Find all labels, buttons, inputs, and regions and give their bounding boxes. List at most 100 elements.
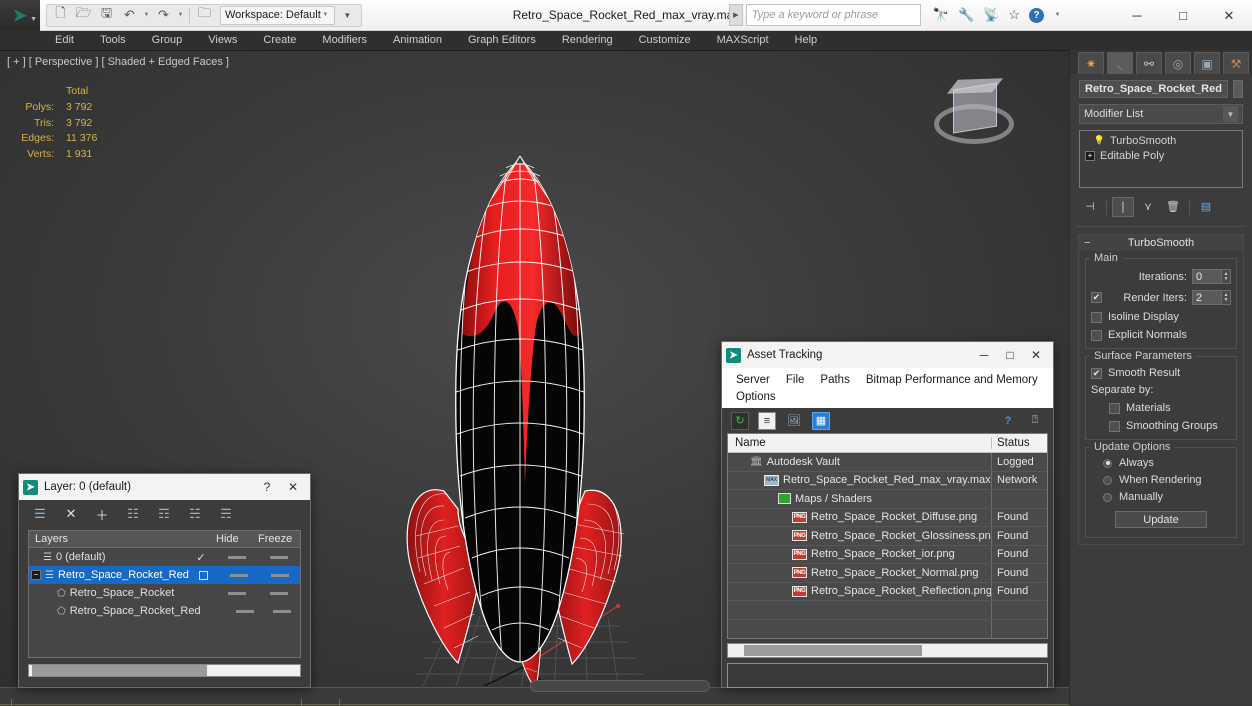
layer-hide-toggle[interactable] (216, 555, 258, 559)
asset-menu-paths[interactable]: Paths (812, 372, 857, 389)
asset-row-empty[interactable] (728, 619, 1047, 638)
isoline-display-checkbox[interactable] (1091, 311, 1102, 323)
viewport-horizontal-scrollbar[interactable] (530, 680, 710, 692)
layer-list[interactable]: Layers Hide Freeze ☰ 0 (default) ✓ − ☰ R… (28, 530, 301, 658)
add-selection-to-layer-icon[interactable]: ☵ (186, 505, 204, 523)
render-iters-input[interactable] (1192, 290, 1222, 305)
hierarchy-tab[interactable]: ⚯ (1136, 52, 1162, 74)
motion-tab[interactable]: ◎ (1165, 52, 1191, 74)
update-button[interactable]: Update (1115, 511, 1207, 528)
layer-horizontal-scrollbar[interactable] (28, 664, 301, 677)
add-layer-icon[interactable]: ＋ (93, 505, 111, 523)
help-icon[interactable]: ? (1029, 7, 1044, 23)
layer-row-default[interactable]: ☰ 0 (default) ✓ (29, 548, 300, 566)
help-dropdown-icon[interactable]: ▼ (1053, 12, 1062, 18)
refresh-icon[interactable]: ↻ (731, 411, 749, 430)
save-file-icon[interactable]: 🖫 (96, 5, 117, 25)
chevron-down-icon[interactable]: ▼ (30, 16, 37, 23)
asset-row-maps-shaders[interactable]: Maps / Shaders (728, 490, 1047, 509)
modifier-stack[interactable]: 💡 TurboSmooth + Editable Poly (1079, 130, 1243, 188)
set-current-layer-icon[interactable]: ☴ (217, 505, 235, 523)
menu-group[interactable]: Group (139, 31, 196, 50)
render-iters-checkbox[interactable]: ✔ (1091, 292, 1102, 303)
utilities-tab[interactable]: ⚒ (1223, 52, 1249, 74)
asset-row-glossiness[interactable]: PNG Retro_Space_Rocket_Glossiness.png Fo… (728, 527, 1047, 546)
project-folder-icon[interactable]: 🗀 (194, 5, 215, 25)
asset-tracking-dialog[interactable]: ➤ Asset Tracking ─ □ ✕ Server File Paths… (721, 341, 1054, 688)
isoline-display-row[interactable]: Isoline Display (1091, 311, 1231, 323)
explicit-normals-row[interactable]: Explicit Normals (1091, 329, 1231, 341)
menu-edit[interactable]: Edit (42, 31, 87, 50)
view-cube[interactable] (929, 76, 1019, 151)
menu-modifiers[interactable]: Modifiers (309, 31, 380, 50)
update-mode-when-rendering[interactable]: When Rendering (1091, 474, 1231, 486)
wrench-icon[interactable]: 🔧 (958, 7, 974, 23)
plus-expand-icon[interactable]: + (1085, 150, 1095, 161)
smoothing-groups-checkbox[interactable] (1109, 420, 1120, 432)
asset-menu-options[interactable]: Options (728, 389, 784, 406)
object-hide-toggle[interactable] (227, 609, 264, 613)
layer-dialog-title-bar[interactable]: ➤ Layer: 0 (default) ? ✕ (19, 474, 310, 500)
lightbulb-icon[interactable]: 💡 (1094, 135, 1105, 146)
close-button[interactable]: ✕ (1206, 0, 1252, 31)
workspace-expand-icon[interactable]: ▼ (337, 6, 358, 25)
menu-graph-editors[interactable]: Graph Editors (455, 31, 549, 50)
maximize-button[interactable]: □ (1160, 0, 1206, 31)
display-tab[interactable]: ▣ (1194, 52, 1220, 74)
asset-minimize-button[interactable]: ─ (971, 342, 997, 368)
asset-close-button[interactable]: ✕ (1023, 342, 1049, 368)
asset-maximize-button[interactable]: □ (997, 342, 1023, 368)
asset-row-max-file[interactable]: MAX Retro_Space_Rocket_Red_max_vray.max … (728, 471, 1047, 490)
asset-row-empty[interactable] (728, 601, 1047, 620)
object-hide-toggle[interactable] (216, 591, 258, 595)
remove-modifier-icon[interactable]: 🗑 (1162, 197, 1184, 217)
new-layer-icon[interactable]: ☰ (31, 505, 49, 523)
scrollbar-thumb[interactable] (744, 645, 922, 656)
layer-dialog-help-button[interactable]: ? (254, 474, 280, 500)
undo-icon[interactable]: ↶ (119, 6, 140, 25)
asset-row-diffuse[interactable]: PNG Retro_Space_Rocket_Diffuse.png Found (728, 508, 1047, 527)
menu-animation[interactable]: Animation (380, 31, 455, 50)
radio-always-icon[interactable] (1103, 458, 1112, 468)
asset-horizontal-scrollbar[interactable] (727, 643, 1048, 658)
modify-tab[interactable]: ◟ (1107, 52, 1133, 74)
radio-manually-icon[interactable] (1103, 492, 1112, 502)
chevron-down-icon[interactable]: ▼ (1223, 106, 1238, 122)
layer-hide-toggle[interactable] (218, 573, 259, 577)
render-iters-spinner[interactable]: ▲▼ (1192, 290, 1231, 305)
layer-dialog[interactable]: ➤ Layer: 0 (default) ? ✕ ☰ ✕ ＋ ☷ ☶ ☵ ☴ L… (18, 473, 311, 688)
layer-freeze-toggle[interactable] (258, 555, 300, 559)
search-input[interactable]: Type a keyword or phrase (745, 4, 921, 26)
scrollbar-thumb[interactable] (32, 665, 207, 676)
help-icon[interactable]: ? (999, 412, 1017, 430)
star-favorite-icon[interactable]: ☆ (1008, 7, 1020, 23)
spinner-arrows-icon[interactable]: ▲ ▼ (1222, 269, 1231, 284)
layer-current-check[interactable]: ✓ (186, 551, 216, 564)
object-name-field[interactable]: Retro_Space_Rocket_Red (1079, 80, 1228, 98)
new-file-icon[interactable]: 🗋 (50, 5, 71, 25)
asset-dialog-title-bar[interactable]: ➤ Asset Tracking ─ □ ✕ (722, 342, 1053, 368)
highlight-selected-objects-icon[interactable]: ☶ (155, 505, 173, 523)
search-binoculars-icon[interactable]: 🔭 (933, 7, 949, 23)
object-freeze-toggle[interactable] (263, 609, 300, 613)
smooth-result-checkbox[interactable]: ✔ (1091, 367, 1102, 379)
smoothing-groups-row[interactable]: Smoothing Groups (1091, 420, 1231, 432)
layer-row-rocket-red[interactable]: − ☰ Retro_Space_Rocket_Red (29, 566, 300, 584)
iterations-input[interactable] (1192, 269, 1222, 284)
minimize-button[interactable]: ─ (1114, 0, 1160, 31)
menu-views[interactable]: Views (195, 31, 250, 50)
search-dropdown-icon[interactable]: ▶ (728, 4, 743, 26)
thumbnail-view-icon[interactable]: 🖼 (785, 412, 803, 430)
stack-item-turbosmooth[interactable]: 💡 TurboSmooth (1082, 133, 1240, 148)
configure-sets-icon[interactable]: ▤ (1195, 197, 1217, 217)
asset-row-normal[interactable]: PNG Retro_Space_Rocket_Normal.png Found (728, 564, 1047, 583)
modifier-list-dropdown[interactable]: Modifier List ▼ (1079, 104, 1243, 124)
layer-object-row-rocket[interactable]: ⬠ Retro_Space_Rocket (29, 584, 300, 602)
menu-create[interactable]: Create (250, 31, 309, 50)
layer-object-row-rocket-red[interactable]: ⬠ Retro_Space_Rocket_Red (29, 602, 300, 620)
radio-when-rendering-icon[interactable] (1103, 475, 1112, 485)
object-freeze-toggle[interactable] (258, 591, 300, 595)
menu-rendering[interactable]: Rendering (549, 31, 626, 50)
make-unique-icon[interactable]: ⋎ (1137, 197, 1159, 217)
update-mode-always[interactable]: Always (1091, 457, 1231, 469)
